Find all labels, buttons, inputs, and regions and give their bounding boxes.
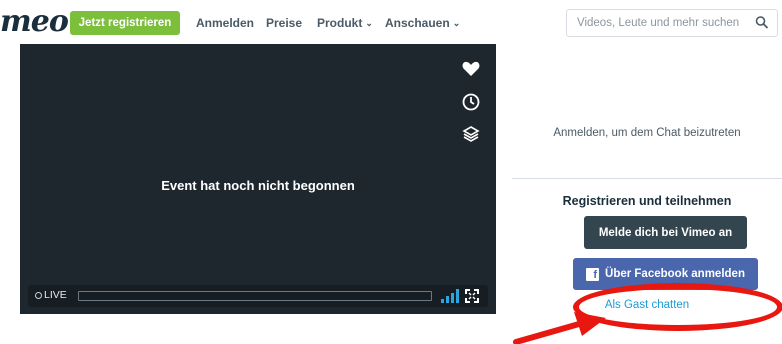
- vimeo-logo[interactable]: meo: [0, 4, 69, 39]
- divider: [512, 178, 782, 179]
- video-player[interactable]: Event hat noch nicht begonnen LIVE: [20, 44, 496, 314]
- heart-icon[interactable]: [460, 58, 482, 80]
- clock-icon[interactable]: [460, 91, 482, 113]
- chat-join-prompt[interactable]: Anmelden, um dem Chat beizutreten: [512, 127, 782, 139]
- facebook-login-label: Über Facebook anmelden: [605, 268, 745, 280]
- register-heading: Registrieren und teilnehmen: [562, 194, 732, 208]
- fullscreen-icon[interactable]: [465, 289, 479, 303]
- live-label: LIVE: [44, 289, 67, 301]
- nav-product-label: Produkt: [317, 16, 363, 30]
- facebook-icon: f: [586, 267, 600, 281]
- nav-product-menu[interactable]: Produkt ⌄: [317, 16, 373, 30]
- vimeo-login-button[interactable]: Melde dich bei Vimeo an: [584, 216, 747, 249]
- player-controls: LIVE: [28, 285, 488, 307]
- red-arrow-annotation: [513, 312, 606, 344]
- progress-bar[interactable]: [78, 291, 432, 301]
- top-nav: meo Jetzt registrieren Anmelden Preise P…: [0, 0, 782, 44]
- nav-login-link[interactable]: Anmelden: [196, 16, 254, 30]
- live-dot-icon: [35, 292, 42, 299]
- search-field[interactable]: Videos, Leute und mehr suchen: [566, 9, 778, 37]
- search-placeholder: Videos, Leute und mehr suchen: [577, 17, 740, 29]
- chevron-down-icon: ⌄: [452, 17, 461, 28]
- event-status-text: Event hat noch nicht begonnen: [161, 178, 355, 193]
- nav-watch-menu[interactable]: Anschauen ⌄: [385, 16, 460, 30]
- chevron-down-icon: ⌄: [365, 17, 373, 28]
- nav-pricing-label: Preise: [266, 16, 303, 30]
- nav-login-label: Anmelden: [196, 16, 255, 30]
- join-button[interactable]: Jetzt registrieren: [70, 11, 180, 35]
- nav-pricing-link[interactable]: Preise: [266, 16, 302, 30]
- signal-bars-icon[interactable]: [441, 289, 459, 303]
- page-gutter: [0, 44, 20, 314]
- nav-watch-label: Anschauen: [385, 16, 450, 30]
- search-icon[interactable]: [755, 15, 769, 31]
- layers-icon[interactable]: [460, 123, 482, 145]
